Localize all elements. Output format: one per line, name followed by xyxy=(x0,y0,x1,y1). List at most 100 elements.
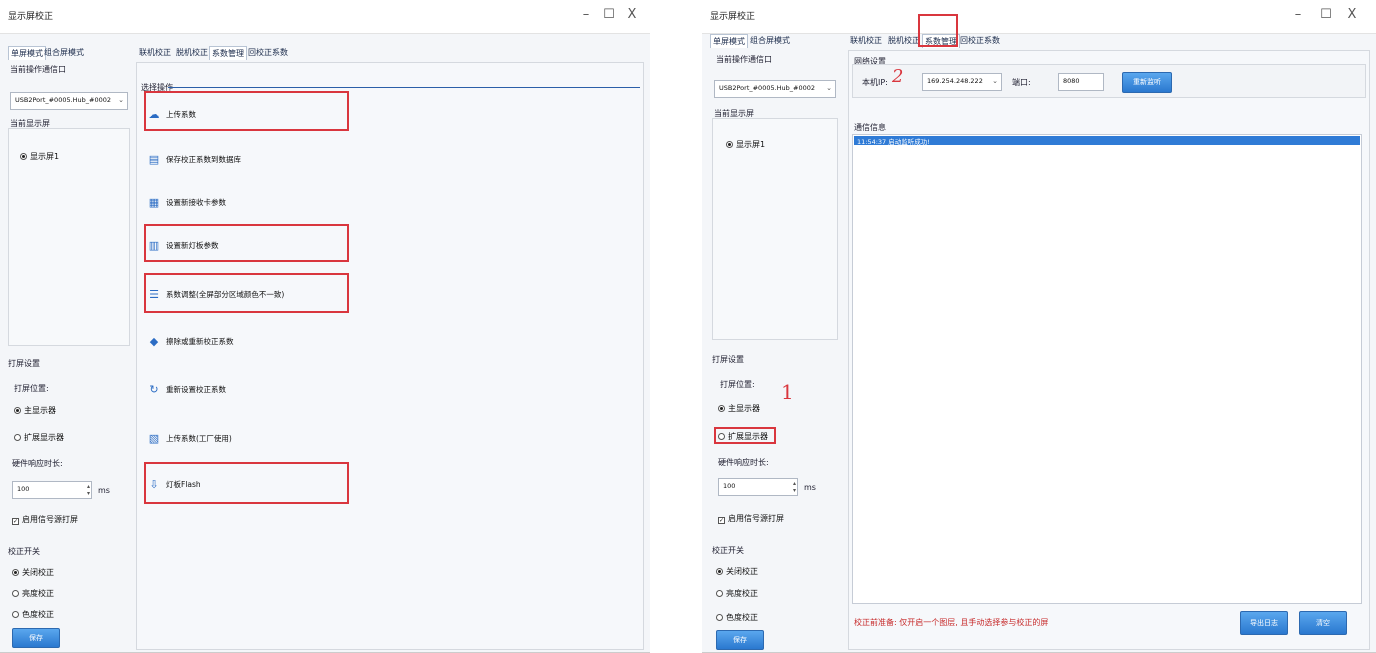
calib-brightness-radio[interactable]: 亮度校正 xyxy=(716,588,758,599)
tab-single-screen[interactable]: 单屏模式 xyxy=(8,46,46,60)
print-settings-label: 打屏设置 xyxy=(712,355,744,364)
log-entry-selected[interactable]: 11:54:37 启动监听成功! xyxy=(854,136,1360,145)
screen-1-radio[interactable]: 显示屏1 xyxy=(20,151,59,162)
ext-display-label: 扩展显示器 xyxy=(24,433,64,442)
calib-off-radio[interactable]: 关闭校正 xyxy=(716,566,758,577)
op-set-receiver-params[interactable]: ▦ 设置新接收卡参数 xyxy=(148,189,226,215)
stepper-arrows-icon[interactable]: ▴ ▾ xyxy=(87,483,90,497)
close-button[interactable]: X xyxy=(623,7,641,22)
ext-display-radio[interactable]: 扩展显示器 xyxy=(718,431,768,442)
channel-label: 当前操作通信口 xyxy=(716,55,772,64)
sliders-icon: ☰ xyxy=(149,287,159,301)
print-position-label: 打屏位置: xyxy=(720,380,755,389)
local-ip-select[interactable]: 169.254.248.222 ⌄ xyxy=(922,73,1002,91)
export-log-button[interactable]: 导出日志 xyxy=(1240,611,1288,635)
maximize-button[interactable]: ☐ xyxy=(600,7,618,22)
title-bar: 显示屏校正 – ☐ X xyxy=(702,0,1376,34)
tab-combo-screen[interactable]: 组合屏模式 xyxy=(42,46,86,59)
calib-color-label: 色度校正 xyxy=(22,610,54,619)
close-button[interactable]: X xyxy=(1343,7,1361,22)
local-ip-value: 169.254.248.222 xyxy=(927,77,983,85)
calib-switch-label: 校正开关 xyxy=(712,546,744,555)
clear-log-button[interactable]: 清空 xyxy=(1299,611,1347,635)
calib-color-radio[interactable]: 色度校正 xyxy=(716,612,758,623)
port-select-value: USB2Port_#0005.Hub_#0002 xyxy=(719,84,816,92)
delay-unit: ms xyxy=(98,486,110,495)
print-position-label: 打屏位置: xyxy=(14,384,49,393)
chevron-down-icon: ⌄ xyxy=(118,96,124,104)
save-button[interactable]: 保存 xyxy=(716,630,764,650)
footer-hint: 校正前准备: 仅开启一个图层, 且手动选择参与校正的屏 xyxy=(854,618,1049,627)
local-ip-label: 本机IP: xyxy=(862,78,888,87)
op-erase-coef[interactable]: ◆ 擦除或重新校正系数 xyxy=(148,328,234,354)
port-label: 端口: xyxy=(1012,78,1031,87)
delay-unit: ms xyxy=(804,483,816,492)
main-display-label: 主显示器 xyxy=(728,404,760,413)
calib-off-radio[interactable]: 关闭校正 xyxy=(12,567,54,578)
enable-signal-checkbox[interactable]: ✓ 启用信号源打屏 xyxy=(12,514,78,525)
port-input[interactable]: 8080 xyxy=(1058,73,1104,91)
op-label: 上传系数 xyxy=(166,109,196,119)
tab-coef-management[interactable]: 系数管理 xyxy=(209,46,247,60)
tab-online-calib[interactable]: 联机校正 xyxy=(137,46,173,59)
op-upload-coef-factory[interactable]: ▧ 上传系数(工厂使用) xyxy=(148,425,232,451)
tab-online-calib[interactable]: 联机校正 xyxy=(848,34,884,47)
tab-offline-calib[interactable]: 脱机校正 xyxy=(174,46,210,59)
tab-offline-calib[interactable]: 脱机校正 xyxy=(886,34,922,47)
window-title: 显示屏校正 xyxy=(710,12,756,22)
restart-listen-button[interactable]: 重新监听 xyxy=(1122,72,1172,93)
calib-color-radio[interactable]: 色度校正 xyxy=(12,609,54,620)
window-title: 显示屏校正 xyxy=(8,12,54,22)
op-panel-flash[interactable]: ⇩ 灯板Flash xyxy=(148,471,200,497)
screen-1-radio[interactable]: 显示屏1 xyxy=(726,139,765,150)
maximize-button[interactable]: ☐ xyxy=(1317,7,1335,22)
ext-display-radio[interactable]: 扩展显示器 xyxy=(14,432,64,443)
download-icon: ⇩ xyxy=(149,477,159,491)
comm-log-list[interactable]: 11:54:37 启动监听成功! xyxy=(852,134,1362,604)
tab-coef-management[interactable]: 系数管理 xyxy=(922,34,960,48)
screen-list-panel xyxy=(712,118,838,340)
minimize-button[interactable]: – xyxy=(577,7,595,22)
delay-stepper[interactable]: 100 ▴ ▾ xyxy=(12,481,92,499)
grid-icon: ▥ xyxy=(148,238,160,252)
eraser-icon: ◆ xyxy=(149,334,159,348)
hw-delay-label: 硬件响应时长: xyxy=(12,459,63,468)
tab-readback-coef[interactable]: 回校正系数 xyxy=(958,34,1002,47)
op-upload-coef[interactable]: ☁ 上传系数 xyxy=(148,101,197,127)
delay-stepper[interactable]: 100 ▴ ▾ xyxy=(718,478,798,496)
op-save-coef-db[interactable]: ▤ 保存校正系数到数据库 xyxy=(148,146,241,172)
enable-signal-label: 启用信号源打屏 xyxy=(22,515,78,524)
op-reset-coef[interactable]: ↻ 重新设置校正系数 xyxy=(148,376,226,402)
main-display-label: 主显示器 xyxy=(24,406,56,415)
enable-signal-checkbox[interactable]: ✓ 启用信号源打屏 xyxy=(718,513,784,524)
op-adjust-coef[interactable]: ☰ 系数调整(全屏部分区域颜色不一致) xyxy=(148,281,284,307)
title-bar: 显示屏校正 – ☐ X xyxy=(0,0,650,34)
port-select[interactable]: USB2Port_#0005.Hub_#0002 ⌄ xyxy=(10,92,128,110)
screen-1-label: 显示屏1 xyxy=(736,140,766,149)
stepper-arrows-icon[interactable]: ▴ ▾ xyxy=(793,480,796,494)
calib-off-label: 关闭校正 xyxy=(22,568,54,577)
save-file-icon: ▤ xyxy=(148,152,160,166)
main-display-radio[interactable]: 主显示器 xyxy=(14,405,56,416)
tab-readback-coef[interactable]: 回校正系数 xyxy=(246,46,290,59)
main-display-radio[interactable]: 主显示器 xyxy=(718,403,760,414)
calib-color-label: 色度校正 xyxy=(726,613,758,622)
op-label: 保存校正系数到数据库 xyxy=(166,154,241,164)
calib-brightness-radio[interactable]: 亮度校正 xyxy=(12,588,54,599)
print-settings-label: 打屏设置 xyxy=(8,359,40,368)
document-upload-icon: ▧ xyxy=(148,431,160,445)
ext-display-label: 扩展显示器 xyxy=(728,432,768,441)
chevron-down-icon: ⌄ xyxy=(826,84,832,92)
screen-1-label: 显示屏1 xyxy=(30,152,60,161)
port-input-value: 8080 xyxy=(1063,77,1080,85)
minimize-button[interactable]: – xyxy=(1289,7,1307,22)
save-button[interactable]: 保存 xyxy=(12,628,60,648)
cloud-upload-icon: ☁ xyxy=(148,107,160,121)
port-select[interactable]: USB2Port_#0005.Hub_#0002 ⌄ xyxy=(714,80,836,98)
tab-combo-screen[interactable]: 组合屏模式 xyxy=(748,34,792,47)
op-set-panel-params[interactable]: ▥ 设置新灯板参数 xyxy=(148,232,219,258)
op-label: 重新设置校正系数 xyxy=(166,384,226,394)
op-label: 设置新灯板参数 xyxy=(166,240,219,250)
chevron-down-icon: ⌄ xyxy=(992,77,998,85)
tab-single-screen[interactable]: 单屏模式 xyxy=(710,34,748,48)
